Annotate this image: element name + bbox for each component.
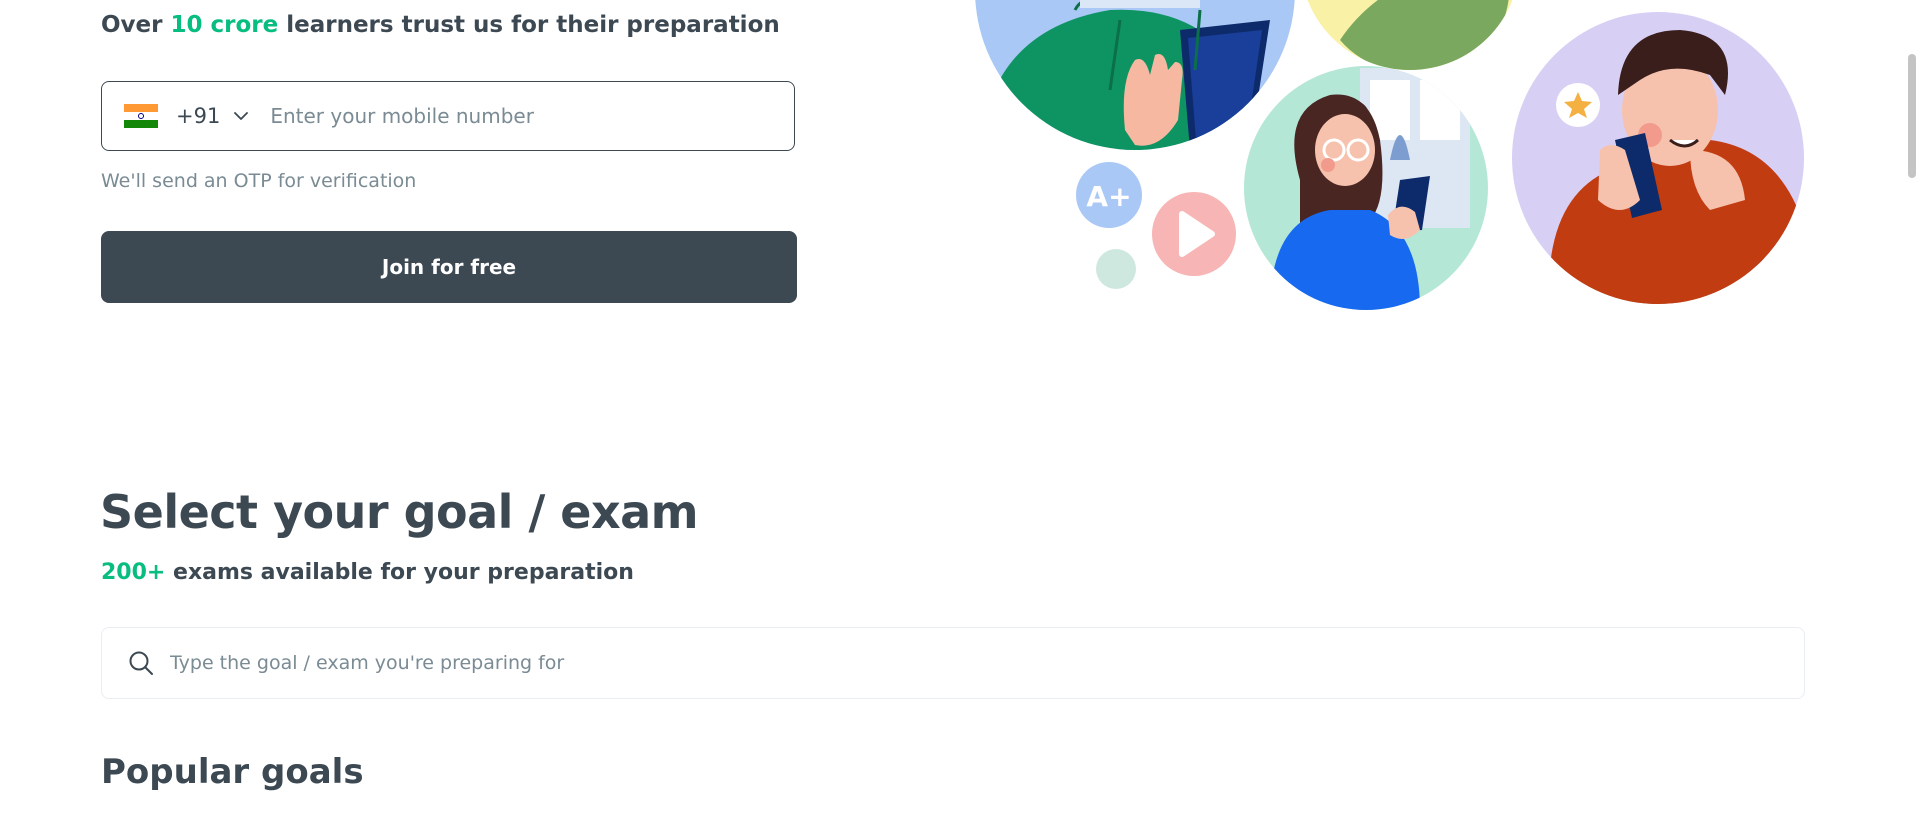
mobile-number-input[interactable] [268,81,794,151]
popular-goals-title: Popular goals [101,752,364,792]
trust-prefix: Over [101,12,171,38]
play-icon [1152,192,1236,276]
goal-section-title: Select your goal / exam [100,485,699,539]
otp-note: We'll send an OTP for verification [101,170,417,192]
svg-text:A+: A+ [1086,180,1131,213]
goal-search-box [101,627,1805,699]
goal-section-subtitle: 200+ exams available for your preparatio… [101,560,634,585]
india-flag-icon [124,104,158,128]
goal-search-input[interactable] [168,627,1804,699]
trust-highlight: 10 crore [170,12,279,38]
trust-suffix: learners trust us for their preparation [278,12,780,38]
boy-with-phone-illustration [1512,12,1804,304]
exam-count-text: exams available for your preparation [165,560,634,585]
learners-illustration: A+ [975,0,1804,310]
waving-learner-illustration [975,0,1295,150]
search-icon [128,650,154,676]
girl-with-phone-illustration [1244,66,1488,310]
decorative-dot [1096,249,1136,289]
grade-badge-icon: A+ [1076,162,1142,228]
chevron-down-icon[interactable] [232,107,250,125]
scrollbar-thumb[interactable] [1908,54,1916,178]
country-code-select[interactable]: +91 [176,104,220,128]
join-for-free-button[interactable]: Join for free [101,231,797,303]
page: Over 10 crore learners trust us for thei… [0,0,1920,834]
phone-input-group: +91 [101,81,795,151]
top-learner-illustration [1307,0,1513,70]
trust-line: Over 10 crore learners trust us for thei… [101,12,780,38]
scrollbar-track[interactable] [1903,0,1920,834]
exam-count-highlight: 200+ [101,560,166,585]
